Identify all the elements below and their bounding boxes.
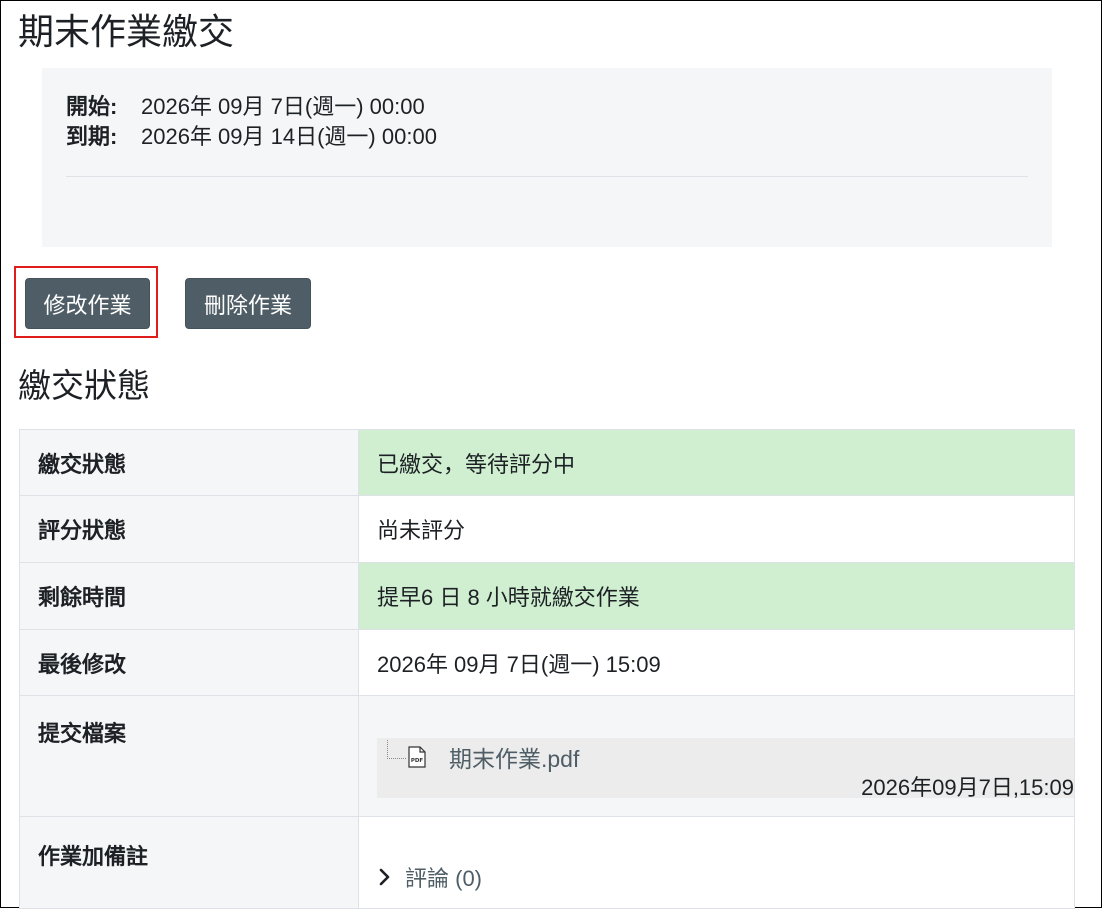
dates-panel: 開始: 2026年 09月 7日(週一) 00:00 到期: 2026年 09月 1… bbox=[42, 68, 1052, 247]
submission-comments-cell: 評論 (0) bbox=[358, 816, 1075, 909]
table-row: 評分狀態 尚未評分 bbox=[19, 495, 1075, 563]
open-date-label: 開始: bbox=[66, 94, 118, 119]
open-date-row: 開始: 2026年 09月 7日(週一) 00:00 bbox=[66, 93, 425, 121]
table-row: 提交檔案 PDF 期末作業.pdf 2026年09月7日,15:09 bbox=[19, 695, 1075, 817]
delete-submission-button[interactable]: 刪除作業 bbox=[185, 278, 311, 329]
time-remaining-label: 剩餘時間 bbox=[19, 562, 359, 630]
file-submissions-cell: PDF 期末作業.pdf 2026年09月7日,15:09 bbox=[358, 695, 1075, 817]
last-modified-value: 2026年 09月 7日(週一) 15:09 bbox=[358, 629, 1075, 696]
time-remaining-value: 提早6 日 8 小時就繳交作業 bbox=[358, 562, 1075, 630]
table-row: 繳交狀態 已繳交，等待評分中 bbox=[19, 429, 1075, 496]
submitted-file-timestamp: 2026年09月7日,15:09 bbox=[861, 775, 1074, 800]
submitted-file-link[interactable]: 期末作業.pdf bbox=[449, 740, 579, 774]
submission-status-table: 繳交狀態 已繳交，等待評分中 評分狀態 尚未評分 剩餘時間 提早6 日 8 小時… bbox=[19, 429, 1075, 909]
pdf-file-icon: PDF bbox=[408, 746, 426, 768]
due-date-value: 2026年 09月 14日(週一) 00:00 bbox=[141, 124, 437, 149]
due-date-label: 到期: bbox=[66, 124, 118, 149]
table-row: 剩餘時間 提早6 日 8 小時就繳交作業 bbox=[19, 562, 1075, 630]
tree-connector-icon bbox=[387, 740, 406, 759]
page-title: 期末作業繳交 bbox=[18, 11, 235, 52]
dates-divider bbox=[66, 176, 1028, 177]
page-frame: 期末作業繳交 開始: 2026年 09月 7日(週一) 00:00 到期: 2026… bbox=[0, 0, 1102, 909]
file-submissions-label: 提交檔案 bbox=[19, 695, 359, 817]
submission-status-value: 已繳交，等待評分中 bbox=[358, 429, 1075, 496]
table-row: 作業加備註 評論 (0) bbox=[19, 816, 1075, 909]
chevron-right-icon bbox=[379, 868, 390, 886]
grading-status-value: 尚未評分 bbox=[358, 495, 1075, 563]
last-modified-label: 最後修改 bbox=[19, 629, 359, 696]
edit-submission-button[interactable]: 修改作業 bbox=[25, 278, 150, 329]
comments-link[interactable]: 評論 (0) bbox=[405, 861, 482, 893]
svg-text:PDF: PDF bbox=[411, 758, 424, 764]
due-date-row: 到期: 2026年 09月 14日(週一) 00:00 bbox=[66, 123, 437, 151]
file-entry: PDF 期末作業.pdf 2026年09月7日,15:09 bbox=[377, 738, 1074, 800]
comments-toggle[interactable]: 評論 (0) bbox=[377, 861, 1056, 893]
open-date-value: 2026年 09月 7日(週一) 00:00 bbox=[141, 94, 425, 119]
table-row: 最後修改 2026年 09月 7日(週一) 15:09 bbox=[19, 629, 1075, 696]
submission-status-label: 繳交狀態 bbox=[19, 429, 359, 496]
submission-comments-label: 作業加備註 bbox=[19, 816, 359, 909]
grading-status-label: 評分狀態 bbox=[19, 495, 359, 563]
submission-status-heading: 繳交狀態 bbox=[18, 367, 150, 404]
